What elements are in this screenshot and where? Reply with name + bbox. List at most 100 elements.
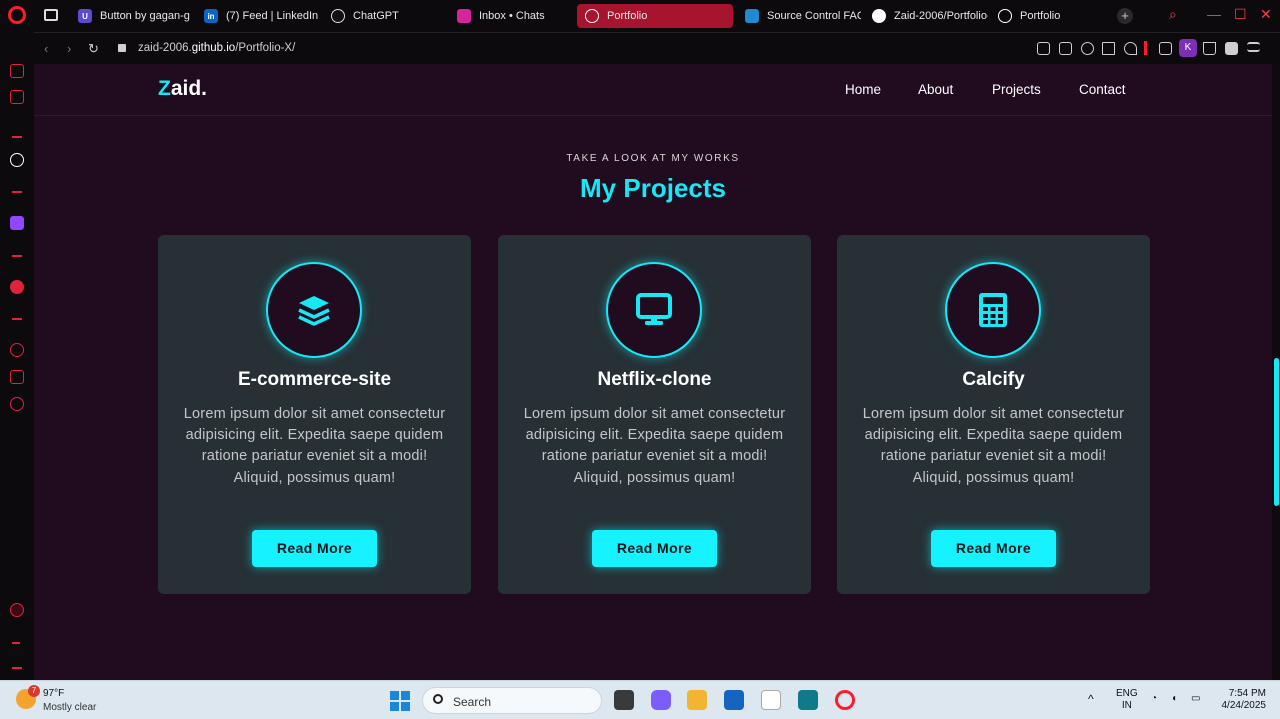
page-scrollbar[interactable] (1274, 358, 1279, 506)
clock-date: 4/24/2025 (1221, 700, 1267, 711)
address-bar: ‹ › ↻ zaid-2006.github.io/Portfolio-X/ K (34, 32, 1280, 64)
reload-button[interactable]: ↻ (88, 41, 99, 57)
logo-initial: Z (158, 77, 171, 100)
new-tab-button[interactable]: + (1117, 8, 1133, 24)
tab-chatgpt[interactable]: ChatGPT (323, 4, 445, 28)
extensions-icon[interactable] (1159, 42, 1172, 55)
profile-avatar[interactable]: K (1179, 39, 1197, 57)
divider (1144, 41, 1147, 55)
linkedin-icon: in (204, 9, 218, 23)
history-icon[interactable] (10, 343, 24, 357)
language-indicator[interactable]: ENG IN (1116, 688, 1138, 712)
read-more-button[interactable]: Read More (592, 530, 717, 567)
tab-portfolio-active[interactable]: Portfolio (577, 4, 733, 28)
chatgpt-icon (331, 9, 345, 23)
sidebar-divider (12, 136, 22, 138)
region-code: IN (1121, 700, 1132, 711)
tab-github[interactable]: Zaid-2006/Portfolio-X (864, 4, 988, 28)
send-icon[interactable] (1102, 42, 1115, 55)
card-icon-circle (945, 262, 1041, 358)
site-logo[interactable]: Zaid. (158, 77, 207, 101)
url-path: /Portfolio-X/ (235, 42, 296, 54)
nav-link-contact[interactable]: Contact (1079, 82, 1126, 97)
search-tabs-icon[interactable]: ⌕ (1169, 6, 1177, 23)
wifi-icon[interactable]: ◔ (1151, 693, 1157, 705)
twitch-icon[interactable] (10, 216, 24, 230)
opera-gx-icon[interactable] (835, 690, 855, 710)
clock[interactable]: 7:54 PM 4/24/2025 (1214, 688, 1267, 712)
card-title: E-commerce-site (237, 369, 392, 390)
site-header: Zaid. Home About Projects Contact (34, 64, 1272, 116)
card-icon-circle (606, 262, 702, 358)
url-domain: github.io (191, 42, 236, 54)
windows-start-button[interactable] (390, 691, 410, 711)
search-icon (433, 694, 443, 704)
tab-label: Inbox • Chats (479, 10, 545, 22)
taskbar-search[interactable]: Search (422, 687, 602, 714)
heart-icon[interactable] (1124, 42, 1137, 55)
card-icon-circle (266, 262, 362, 358)
sidebar-divider (12, 255, 22, 257)
more-options-icon[interactable] (12, 667, 22, 669)
nav-link-projects[interactable]: Projects (992, 82, 1041, 97)
close-button[interactable]: ✕ (1260, 6, 1272, 23)
tray-overflow-icon[interactable]: ^ (1088, 693, 1094, 705)
gx-corner-icon[interactable] (10, 64, 24, 78)
ai-icon[interactable] (10, 153, 24, 167)
nav-link-home[interactable]: Home (845, 82, 881, 97)
project-card: E-commerce-site Lorem ipsum dolor sit am… (158, 235, 471, 594)
opera-logo-icon[interactable] (8, 6, 26, 24)
download-icon[interactable] (1203, 42, 1216, 55)
card-description: Lorem ipsum dolor sit amet consectetur a… (183, 406, 446, 486)
browser-sidebar (0, 32, 34, 680)
tab-label: Source Control FAQ (767, 10, 861, 22)
notepad-icon[interactable] (761, 690, 781, 710)
language-code: ENG (1116, 688, 1138, 699)
volume-icon[interactable]: ◖ (1171, 693, 1177, 705)
tab-instagram[interactable]: Inbox • Chats (449, 4, 573, 28)
tab-linkedin[interactable]: in (7) Feed | LinkedIn (196, 4, 320, 28)
store-icon[interactable] (724, 690, 744, 710)
nav-link-about[interactable]: About (918, 82, 953, 97)
monitor-icon (636, 293, 672, 325)
adblock-icon[interactable] (1081, 42, 1094, 55)
pin-icon[interactable] (1037, 42, 1050, 55)
tab-label: Portfolio (1020, 10, 1061, 22)
minimize-button[interactable]: — (1207, 6, 1221, 22)
tab-button-gagan[interactable]: U Button by gagan-g (70, 4, 192, 28)
globe-icon (998, 9, 1012, 23)
search-placeholder: Search (453, 695, 492, 709)
windows-taskbar: 7 97°F Mostly clear Search ^ ENG IN ◔ ◖ ▭… (0, 680, 1280, 719)
card-description: Lorem ipsum dolor sit amet consectetur a… (523, 406, 786, 486)
project-card: Netflix-clone Lorem ipsum dolor sit amet… (498, 235, 811, 594)
battery-saver-icon[interactable] (1225, 42, 1238, 55)
camera-icon[interactable] (1059, 42, 1072, 55)
url-field[interactable]: zaid-2006.github.io/Portfolio-X/ (138, 42, 295, 54)
gmail-icon[interactable] (10, 90, 24, 104)
app-icon[interactable] (798, 690, 818, 710)
clock-time: 7:54 PM (1228, 688, 1266, 699)
gx-control-icon[interactable] (10, 603, 24, 617)
battery-icon[interactable]: ▭ (1191, 693, 1200, 705)
task-view-icon[interactable] (614, 690, 634, 710)
card-title: Calcify (962, 369, 1025, 390)
back-button[interactable]: ‹ (44, 41, 48, 56)
url-host: zaid-2006. (138, 42, 192, 54)
maximize-button[interactable]: ☐ (1234, 6, 1247, 23)
settings-icon[interactable] (10, 397, 24, 411)
section-eyebrow: TAKE A LOOK AT MY WORKS (566, 153, 740, 164)
menu-icon[interactable] (1247, 42, 1260, 52)
tab-portfolio[interactable]: Portfolio (990, 4, 1114, 28)
tab-menu-icon[interactable] (44, 9, 58, 21)
read-more-button[interactable]: Read More (252, 530, 377, 567)
browser-tab-bar: U Button by gagan-g in (7) Feed | Linked… (0, 0, 1280, 32)
cube-icon[interactable] (10, 370, 24, 384)
file-explorer-icon[interactable] (687, 690, 707, 710)
read-more-button[interactable]: Read More (931, 530, 1056, 567)
forward-button[interactable]: › (67, 41, 71, 56)
globe-icon (585, 9, 599, 23)
spotify-icon[interactable] (10, 280, 24, 294)
tab-source-control[interactable]: Source Control FAQ (737, 4, 861, 28)
copilot-icon[interactable] (651, 690, 671, 710)
tab-favicon-icon: U (78, 9, 92, 23)
